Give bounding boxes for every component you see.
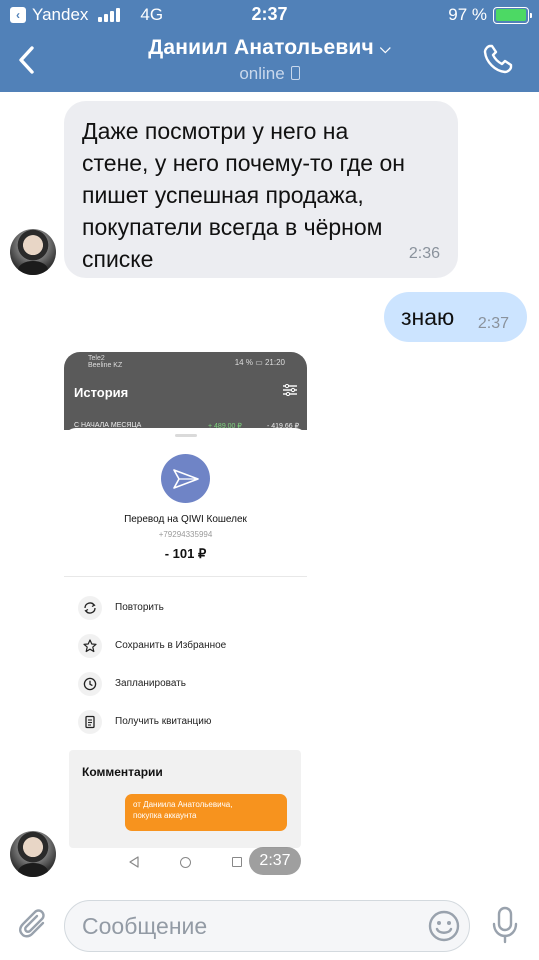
transfer-icon-circle (161, 454, 210, 503)
sheet-handle (175, 434, 197, 437)
chat-title[interactable]: Даниил Анатольевич ⌵ (0, 36, 539, 60)
image-attachment[interactable]: Tele2 Beeline KZ 14 % ▭ 21:20 История С … (64, 352, 307, 878)
microphone-icon (492, 906, 518, 944)
screenshot-header: Tele2 Beeline KZ 14 % ▭ 21:20 История С … (64, 352, 307, 430)
action-schedule: Запланировать (78, 672, 298, 696)
comment-line: от Даниила Анатольевича, (133, 800, 233, 809)
nav-back-icon (129, 856, 139, 868)
transaction-sheet: Перевод на QIWI Кошелек +79294335994 - 1… (64, 428, 307, 878)
contact-avatar[interactable] (10, 831, 56, 877)
clock-icon (78, 672, 102, 696)
message-line: пишет успешная продажа, (82, 182, 364, 208)
message-line: Даже посмотри у него на (82, 118, 349, 144)
emoji-button[interactable] (428, 910, 460, 942)
action-label: Запланировать (115, 678, 186, 689)
chat-title-area[interactable]: Даниил Анатольевич ⌵ online (0, 36, 539, 84)
filter-icon (283, 384, 297, 396)
action-receipt: Получить квитанцию (78, 710, 298, 734)
message-line: списке (82, 246, 154, 272)
action-label: Сохранить в Избранное (115, 640, 227, 651)
outgoing-message-bubble[interactable]: знаю 2:37 (384, 292, 527, 342)
message-text: знаю (401, 304, 455, 330)
chat-header: ‹ Yandex 4G 2:37 97 % Даниил Анатольевич… (0, 0, 539, 92)
chevron-down-icon: ⌵ (379, 39, 391, 56)
message-time: 2:37 (477, 315, 509, 332)
message-time: 2:36 (408, 245, 440, 262)
contact-avatar[interactable] (10, 229, 56, 275)
divider (64, 576, 307, 577)
contact-status: online (0, 64, 539, 84)
message-line: стене, у него почему-то где он (82, 150, 405, 176)
comment-line: покупка аккаунта (133, 811, 197, 820)
receipt-icon (78, 710, 102, 734)
message-time: 2:37 (249, 847, 301, 875)
action-label: Повторить (115, 602, 164, 613)
transfer-amount: - 101 ₽ (164, 546, 207, 561)
contact-name: Даниил Анатольевич (148, 36, 374, 59)
call-button[interactable] (481, 42, 515, 76)
screenshot-screen-title: История (74, 385, 129, 400)
battery-fill (495, 9, 526, 21)
battery-icon (493, 6, 532, 24)
message-line: покупатели всегда в чёрном (82, 214, 383, 240)
screenshot-status-right: 14 % ▭ 21:20 (234, 358, 285, 367)
message-input[interactable] (64, 900, 470, 952)
paper-plane-icon (173, 469, 199, 489)
paperclip-icon (19, 909, 45, 938)
attach-button[interactable] (17, 908, 51, 942)
transfer-phone: +79294335994 (158, 530, 213, 539)
nav-recent-icon (232, 857, 242, 867)
screenshot-carrier: Tele2 Beeline KZ (88, 355, 122, 369)
action-save-favorite: Сохранить в Избранное (78, 634, 298, 658)
online-status: online (239, 64, 285, 83)
status-right: 97 % (448, 5, 532, 25)
transfer-title: Перевод на QIWI Кошелек (124, 514, 247, 525)
star-icon (78, 634, 102, 658)
screenshot-status-bar: Tele2 Beeline KZ 14 % ▭ 21:20 (64, 352, 307, 372)
status-bar: ‹ Yandex 4G 2:37 97 % (0, 0, 539, 30)
incoming-message-bubble[interactable]: Даже посмотри у него на стене, у него по… (64, 101, 458, 278)
repeat-icon (78, 596, 102, 620)
voice-message-button[interactable] (491, 906, 519, 944)
comments-title: Комментарии (82, 765, 163, 779)
action-label: Получить квитанцию (115, 716, 212, 727)
action-repeat: Повторить (78, 596, 298, 620)
carrier-1: Tele2 (88, 355, 105, 362)
mobile-device-icon (290, 66, 300, 80)
battery-percent: 97 % (448, 5, 487, 24)
nav-home-icon (180, 857, 191, 868)
message-composer (0, 888, 539, 960)
carrier-2: Beeline KZ (88, 362, 123, 369)
phone-call-icon (483, 44, 513, 74)
emoji-icon (428, 910, 460, 942)
comment-bubble: от Даниила Анатольевича, покупка аккаунт… (125, 794, 287, 831)
comments-section: Комментарии от Даниила Анатольевича, пок… (69, 750, 301, 848)
